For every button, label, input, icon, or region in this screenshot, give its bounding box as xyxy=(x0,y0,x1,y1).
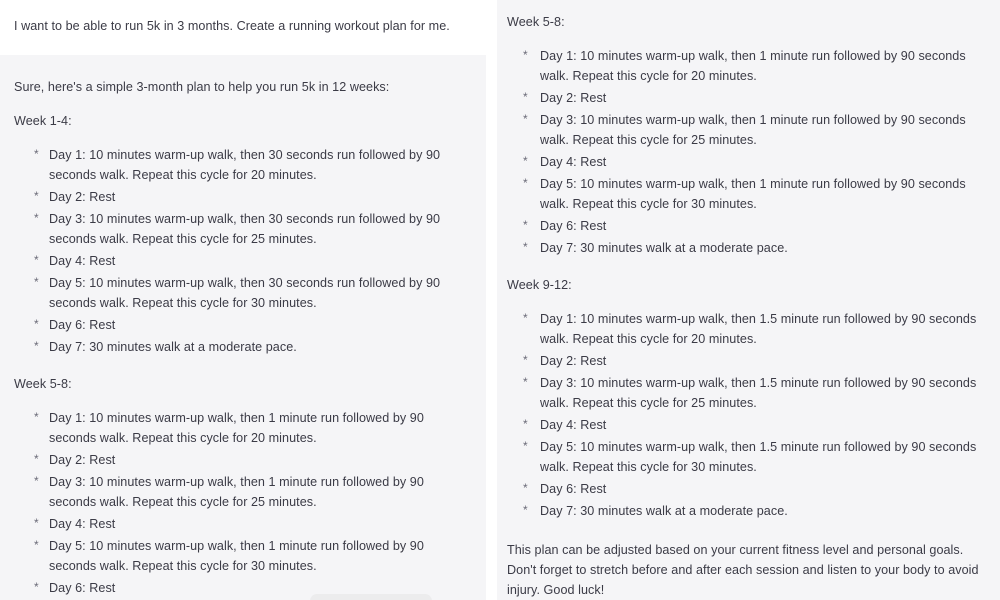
section-heading-week-9-12: Week 9-12: xyxy=(507,278,572,292)
right-conversation-column: Week 5-8: Day 1: 10 minutes warm-up walk… xyxy=(497,0,1000,600)
list-item: Day 4: Rest xyxy=(34,513,460,535)
list-item: Day 7: 30 minutes walk at a moderate pac… xyxy=(34,336,460,358)
list-item: Day 7: 30 minutes walk at a moderate pac… xyxy=(523,237,986,259)
list-item: Day 6: Rest xyxy=(523,215,986,237)
list-item: Day 2: Rest xyxy=(34,186,460,208)
list-item: Day 5: 10 minutes warm-up walk, then 30 … xyxy=(34,272,460,314)
left-conversation-column: I want to be able to run 5k in 3 months.… xyxy=(0,0,486,600)
list-item: Day 1: 10 minutes warm-up walk, then 1.5… xyxy=(523,308,986,350)
list-item: Day 5: 10 minutes warm-up walk, then 1 m… xyxy=(523,173,986,215)
list-item: Day 2: Rest xyxy=(523,350,986,372)
chat-comparison-screen: I want to be able to run 5k in 3 months.… xyxy=(0,0,1000,600)
workout-list-week-5-8: Day 1: 10 minutes warm-up walk, then 1 m… xyxy=(14,407,460,600)
list-item: Day 2: Rest xyxy=(34,449,460,471)
workout-list-week-9-12: Day 1: 10 minutes warm-up walk, then 1.5… xyxy=(507,308,986,522)
list-item: Day 5: 10 minutes warm-up walk, then 1 m… xyxy=(34,535,460,577)
list-item: Day 7: 30 minutes walk at a moderate pac… xyxy=(523,500,986,522)
list-item: Day 6: Rest xyxy=(523,478,986,500)
list-item: Day 3: 10 minutes warm-up walk, then 1 m… xyxy=(523,109,986,151)
list-item: Day 1: 10 minutes warm-up walk, then 1 m… xyxy=(523,45,986,87)
list-item: Day 4: Rest xyxy=(34,250,460,272)
list-item: Day 1: 10 minutes warm-up walk, then 30 … xyxy=(34,144,460,186)
user-message-text: I want to be able to run 5k in 3 months.… xyxy=(14,19,450,33)
workout-list-week-5-8: Day 1: 10 minutes warm-up walk, then 1 m… xyxy=(507,45,986,259)
list-item: Day 6: Rest xyxy=(34,314,460,336)
assistant-closing-text: This plan can be adjusted based on your … xyxy=(507,543,979,597)
workout-list-week-1-4: Day 1: 10 minutes warm-up walk, then 30 … xyxy=(14,144,460,358)
bottom-card-peek xyxy=(310,594,432,600)
section-heading-week-1-4: Week 1-4: xyxy=(14,114,72,128)
list-item: Day 3: 10 minutes warm-up walk, then 30 … xyxy=(34,208,460,250)
list-item: Day 3: 10 minutes warm-up walk, then 1.5… xyxy=(523,372,986,414)
section-heading-week-5-8: Week 5-8: xyxy=(14,377,72,391)
list-item: Day 1: 10 minutes warm-up walk, then 1 m… xyxy=(34,407,460,449)
section-heading-week-5-8: Week 5-8: xyxy=(507,15,565,29)
column-gutter xyxy=(486,0,497,600)
assistant-intro-text: Sure, here's a simple 3-month plan to he… xyxy=(14,80,390,94)
list-item: Day 5: 10 minutes warm-up walk, then 1.5… xyxy=(523,436,986,478)
list-item: Day 2: Rest xyxy=(523,87,986,109)
list-item: Day 3: 10 minutes warm-up walk, then 1 m… xyxy=(34,471,460,513)
assistant-message-bubble-left: Sure, here's a simple 3-month plan to he… xyxy=(0,55,486,600)
list-item: Day 4: Rest xyxy=(523,151,986,173)
user-message-bubble: I want to be able to run 5k in 3 months.… xyxy=(0,0,486,55)
list-item: Day 4: Rest xyxy=(523,414,986,436)
assistant-message-bubble-right: Week 5-8: Day 1: 10 minutes warm-up walk… xyxy=(497,0,1000,600)
